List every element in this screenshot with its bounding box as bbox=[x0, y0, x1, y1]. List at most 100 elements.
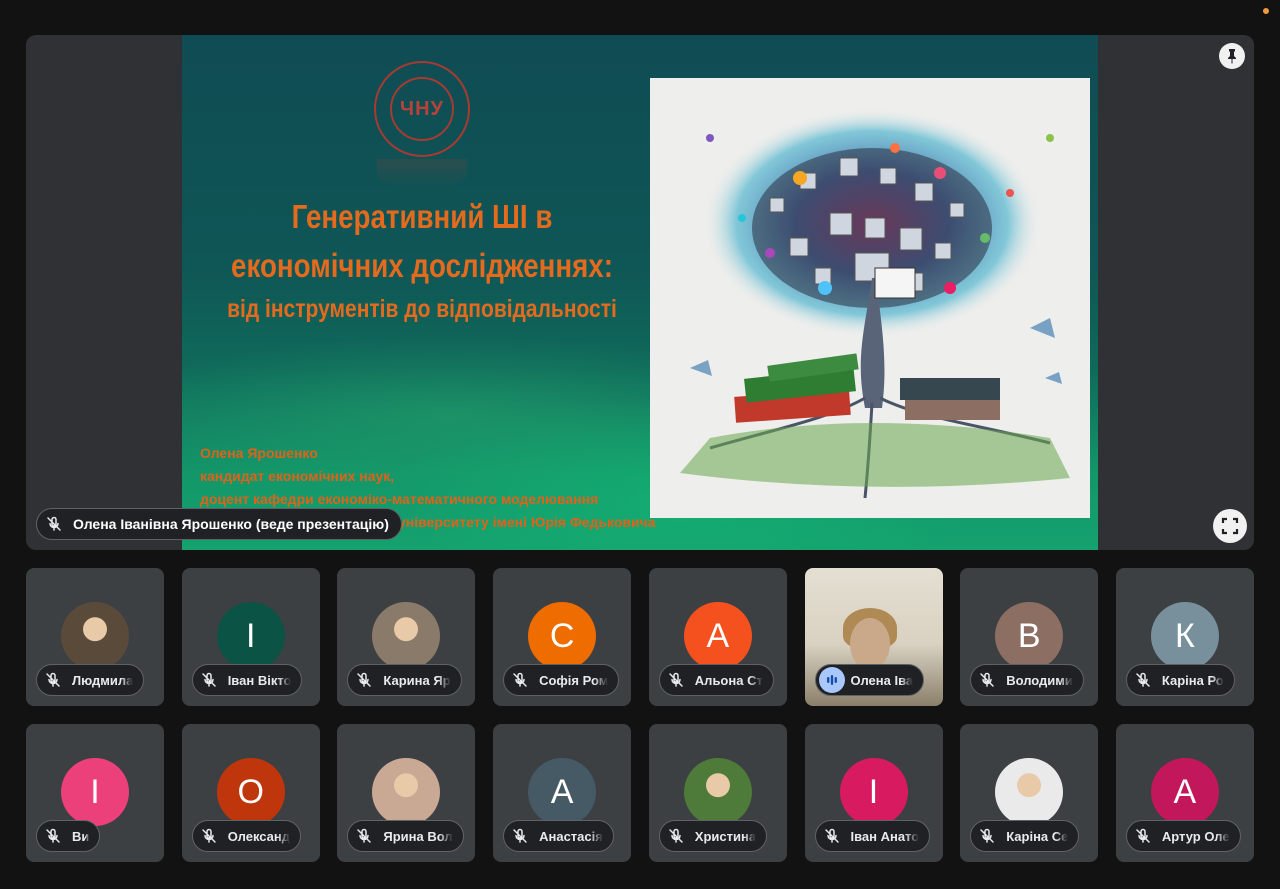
participant-name-pill: Іван Анато bbox=[814, 820, 931, 852]
mic-off-icon bbox=[1130, 823, 1156, 849]
author-name: Олена Ярошенко bbox=[200, 445, 318, 461]
participant-tile[interactable]: В Володими bbox=[960, 568, 1099, 706]
participant-name: Карина Яр bbox=[383, 672, 451, 688]
participant-name: Олена Іва bbox=[850, 672, 914, 688]
participant-name-pill: Іван Вікто bbox=[191, 664, 303, 696]
participant-name-pill: Ярина Вол bbox=[347, 820, 464, 852]
participant-avatar: А bbox=[528, 758, 597, 826]
participant-name: Альона Ст bbox=[694, 672, 763, 688]
mic-off-icon bbox=[663, 667, 689, 693]
mic-off-icon bbox=[819, 823, 845, 849]
slide-subtitle: від інструментів до відповідальності bbox=[227, 295, 617, 323]
pin-button[interactable] bbox=[1219, 43, 1245, 69]
participant-name-pill: Анастасія bbox=[503, 820, 614, 852]
participant-tile[interactable]: Христина bbox=[648, 724, 787, 862]
participant-avatar: С bbox=[528, 602, 597, 670]
participant-name: Ярина Вол bbox=[383, 828, 453, 844]
participant-tile[interactable]: Карина Яр bbox=[337, 568, 476, 706]
participant-avatar: А bbox=[683, 602, 752, 670]
participant-tile[interactable]: Людмила bbox=[26, 568, 164, 706]
participant-video bbox=[849, 618, 890, 670]
presenter-name: Олена Іванівна Ярошенко (веде презентаці… bbox=[73, 516, 389, 532]
mic-off-icon bbox=[974, 823, 1000, 849]
mic-off-icon bbox=[1130, 667, 1156, 693]
mic-off-icon bbox=[196, 667, 222, 693]
university-logo: ЧНУ bbox=[374, 61, 470, 157]
participant-name: Володими bbox=[1006, 672, 1073, 688]
participant-avatar: В bbox=[995, 602, 1064, 670]
participant-name: Іван Анато bbox=[850, 828, 920, 844]
mic-off-icon bbox=[974, 667, 1000, 693]
participant-name-pill: Каріна Се bbox=[970, 820, 1080, 852]
participant-name-pill: Артур Оле bbox=[1125, 820, 1241, 852]
mic-off-icon bbox=[351, 667, 377, 693]
participant-tile[interactable]: С Софія Ром bbox=[493, 568, 632, 706]
participant-photo bbox=[995, 758, 1064, 826]
participant-tile[interactable]: Каріна Се bbox=[960, 724, 1099, 862]
participant-tile[interactable]: Олена Іва bbox=[804, 568, 943, 706]
participant-name-pill: Альона Ст bbox=[658, 664, 774, 696]
mic-off-icon bbox=[507, 823, 533, 849]
participant-name: Софія Ром bbox=[539, 672, 609, 688]
participant-name: Олександ bbox=[227, 828, 291, 844]
fullscreen-icon bbox=[1221, 517, 1239, 535]
participant-avatar: І bbox=[839, 758, 908, 826]
participant-name: Анастасія bbox=[539, 828, 603, 844]
knowledge-tree-illustration bbox=[650, 78, 1090, 518]
mic-off-icon bbox=[40, 823, 66, 849]
participant-name-pill: Каріна Ро bbox=[1125, 664, 1235, 696]
participant-avatar: І bbox=[61, 758, 129, 826]
slide-title-line2: економічних дослідженнях: bbox=[231, 247, 613, 284]
mic-off-icon bbox=[40, 667, 66, 693]
participant-name-pill: Людмила bbox=[36, 664, 145, 696]
participant-tile[interactable]: А Анастасія bbox=[493, 724, 632, 862]
author-degree: кандидат економічних наук, bbox=[200, 468, 395, 484]
presenter-label: Олена Іванівна Ярошенко (веде презентаці… bbox=[36, 508, 402, 540]
participant-avatar: А bbox=[1150, 758, 1219, 826]
participant-photo bbox=[61, 602, 129, 670]
mic-off-icon bbox=[41, 511, 67, 537]
logo-reflection bbox=[377, 159, 467, 189]
participant-name: Христина bbox=[694, 828, 757, 844]
participant-tile[interactable]: А Артур Оле bbox=[1115, 724, 1254, 862]
participant-name-pill: Олександ bbox=[191, 820, 302, 852]
participant-name-pill: Софія Ром bbox=[503, 664, 620, 696]
author-position: доцент кафедри економіко-математичного м… bbox=[200, 491, 599, 507]
participant-name: Артур Оле bbox=[1161, 828, 1230, 844]
mic-off-icon bbox=[507, 667, 533, 693]
participant-name: Ви bbox=[72, 828, 90, 844]
participant-avatar: К bbox=[1150, 602, 1219, 670]
fullscreen-button[interactable] bbox=[1213, 509, 1247, 543]
author-university: університету імені Юрія Федьковича bbox=[398, 514, 656, 530]
presentation-stage: ЧНУ Генеративний ШІ в економічних дослід… bbox=[26, 35, 1254, 550]
participant-photo bbox=[372, 602, 441, 670]
participant-tile[interactable]: О Олександ bbox=[181, 724, 320, 862]
logo-text: ЧНУ bbox=[390, 77, 454, 141]
slide-title-line1: Генеративний ШІ в bbox=[291, 198, 553, 235]
participant-name: Каріна Ро bbox=[1161, 672, 1224, 688]
participant-photo bbox=[372, 758, 441, 826]
participant-name: Каріна Се bbox=[1006, 828, 1069, 844]
notification-dot bbox=[1263, 8, 1269, 14]
participant-name-pill: Карина Яр bbox=[347, 664, 462, 696]
participant-avatar: І bbox=[216, 602, 285, 670]
pin-icon bbox=[1228, 49, 1236, 64]
participant-photo bbox=[683, 758, 752, 826]
participant-name: Іван Вікто bbox=[227, 672, 292, 688]
participant-tile[interactable]: К Каріна Ро bbox=[1115, 568, 1254, 706]
presentation-slide: ЧНУ Генеративний ШІ в економічних дослід… bbox=[182, 35, 1098, 550]
participant-avatar: О bbox=[216, 758, 285, 826]
participant-name-pill: Христина bbox=[658, 820, 768, 852]
participant-name-pill: Володими bbox=[970, 664, 1084, 696]
participant-name: Людмила bbox=[72, 672, 134, 688]
participant-tile[interactable]: Ярина Вол bbox=[337, 724, 476, 862]
participant-name-pill: Ви bbox=[36, 820, 101, 852]
participant-tile[interactable]: А Альона Ст bbox=[648, 568, 787, 706]
participant-tile[interactable]: І Іван Вікто bbox=[181, 568, 320, 706]
participant-tile[interactable]: І Іван Анато bbox=[804, 724, 943, 862]
participant-tile[interactable]: І Ви bbox=[26, 724, 164, 862]
mic-off-icon bbox=[351, 823, 377, 849]
speaking-icon bbox=[818, 667, 845, 693]
mic-off-icon bbox=[663, 823, 689, 849]
participant-name-pill: Олена Іва bbox=[814, 664, 925, 696]
